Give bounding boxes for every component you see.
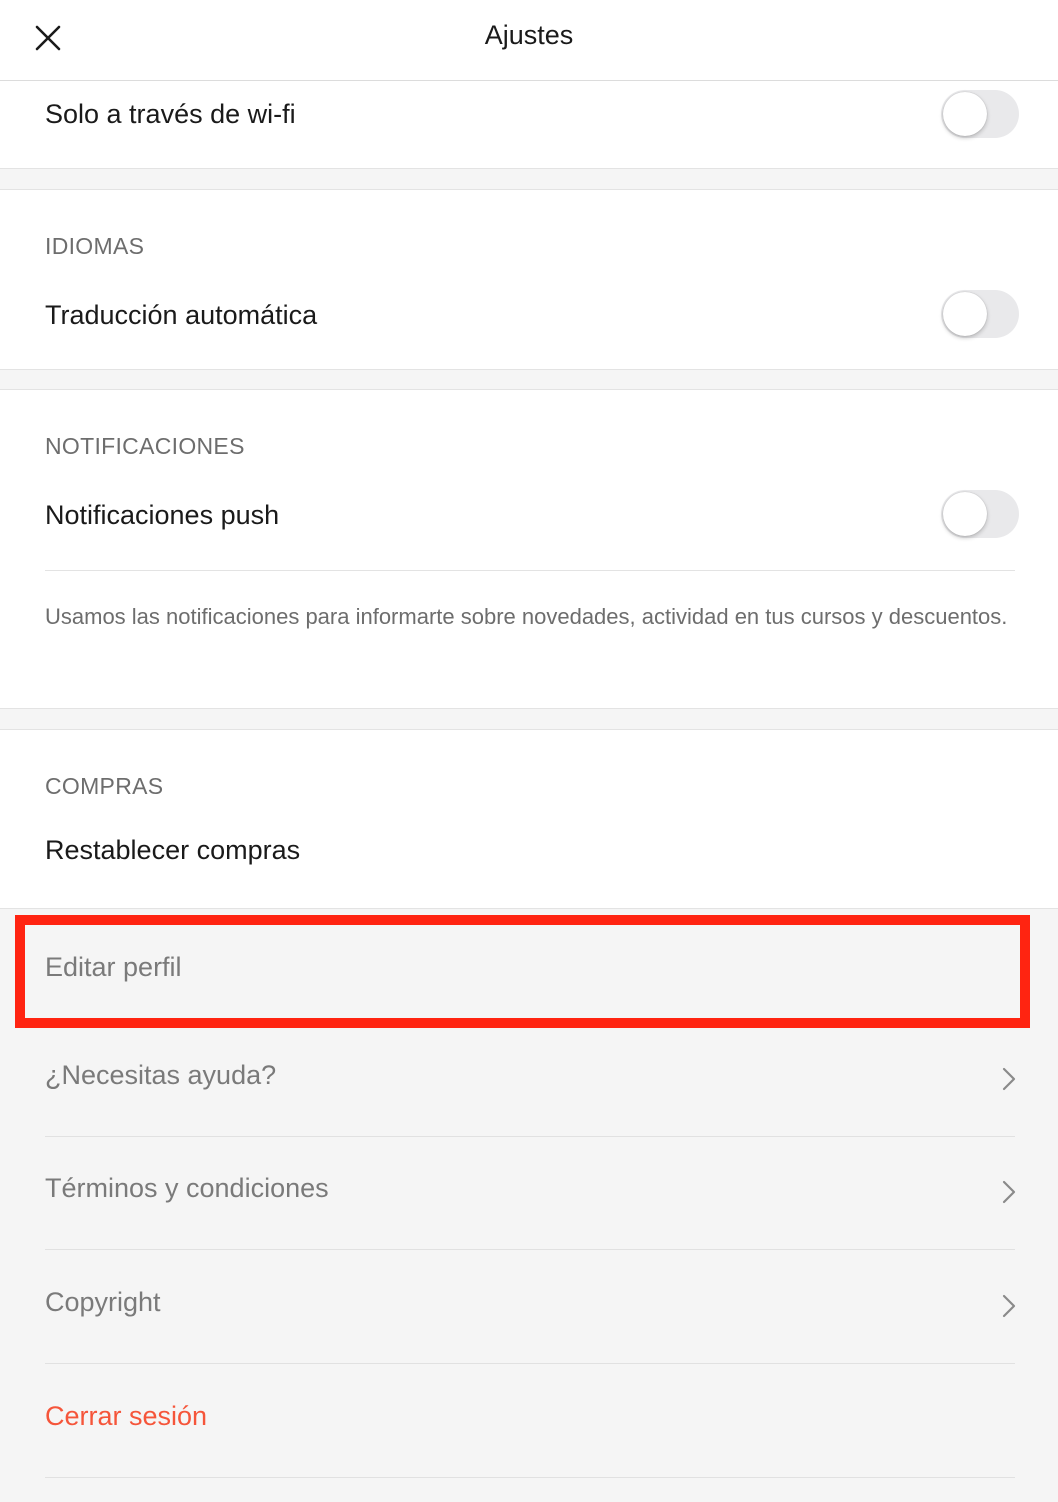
row-separator <box>45 1477 1015 1478</box>
help-row[interactable]: ¿Necesitas ayuda? <box>0 1024 1058 1137</box>
notifications-section-title: NOTIFICACIONES <box>45 433 245 459</box>
terms-row[interactable]: Términos y condiciones <box>0 1137 1058 1250</box>
logout-row[interactable]: Cerrar sesión <box>0 1365 1058 1478</box>
copyright-row[interactable]: Copyright <box>0 1251 1058 1364</box>
edit-profile-row[interactable]: Editar perfil <box>0 910 1058 1023</box>
auto-translate-toggle[interactable] <box>941 290 1019 338</box>
purchases-section-title: COMPRAS <box>45 773 164 799</box>
row-separator <box>45 1249 1015 1250</box>
notifications-description: Usamos las notificaciones para informart… <box>45 604 1008 629</box>
notifications-divider <box>45 570 1015 571</box>
settings-page: Ajustes Solo a través de wi-fi IDIOMAS T… <box>0 0 1058 1502</box>
auto-translate-label: Traducción automática <box>45 300 318 330</box>
copyright-label: Copyright <box>45 1287 161 1317</box>
chevron-right-icon <box>1002 1294 1016 1318</box>
wifi-only-toggle[interactable] <box>941 90 1019 138</box>
logout-label: Cerrar sesión <box>45 1401 208 1431</box>
languages-section-title: IDIOMAS <box>45 233 145 259</box>
terms-label: Términos y condiciones <box>45 1173 329 1203</box>
help-label: ¿Necesitas ayuda? <box>45 1060 277 1090</box>
header-bar: Ajustes <box>0 0 1058 81</box>
languages-section: IDIOMAS Traducción automática <box>0 189 1058 370</box>
purchases-section: COMPRAS Restablecer compras <box>0 729 1058 909</box>
push-notifications-toggle[interactable] <box>941 490 1019 538</box>
page-title: Ajustes <box>484 20 574 50</box>
wifi-only-label: Solo a través de wi-fi <box>45 99 296 129</box>
toggle-knob <box>943 492 987 536</box>
toggle-knob <box>943 92 987 136</box>
edit-profile-label: Editar perfil <box>45 952 182 982</box>
wifi-section: Solo a través de wi-fi <box>0 81 1058 169</box>
restore-purchases-button[interactable]: Restablecer compras <box>45 835 300 866</box>
chevron-right-icon <box>1002 1067 1016 1091</box>
toggle-knob <box>943 292 987 336</box>
row-separator <box>45 1363 1015 1364</box>
notifications-section: NOTIFICACIONES Notificaciones push Usamo… <box>0 389 1058 709</box>
push-notifications-label: Notificaciones push <box>45 500 280 530</box>
chevron-right-icon <box>1002 1180 1016 1204</box>
